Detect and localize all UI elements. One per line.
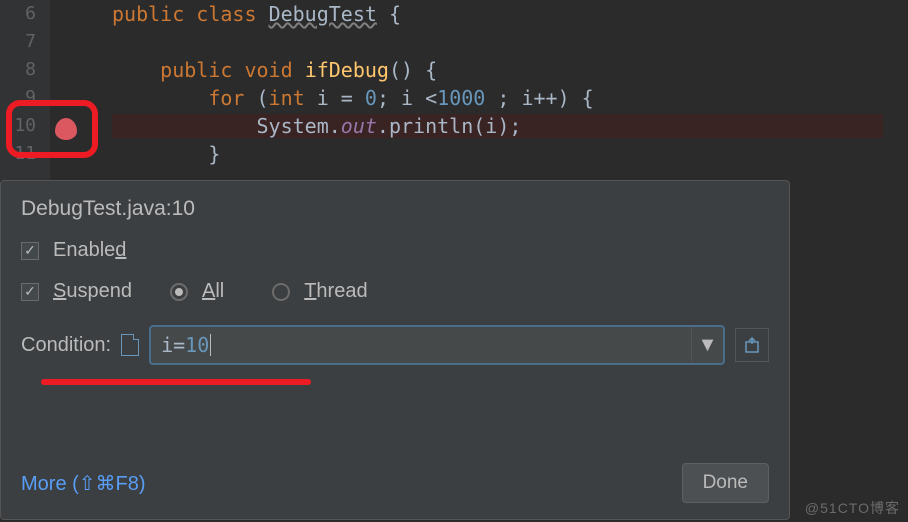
condition-text: i=10 xyxy=(161,333,209,357)
file-icon xyxy=(121,334,139,356)
line-number: 6 xyxy=(0,0,36,28)
condition-label: Condition: xyxy=(21,334,111,357)
gutter[interactable]: 6 7 8 9 10 11 xyxy=(0,0,50,180)
suspend-thread-label: Thread xyxy=(304,280,367,303)
breakpoint-icon[interactable] xyxy=(55,118,77,140)
line-number: 7 xyxy=(0,28,36,56)
line-number: 11 xyxy=(0,140,36,168)
more-link[interactable]: More (⇧⌘F8) xyxy=(21,471,146,496)
line-number: 8 xyxy=(0,56,36,84)
suspend-all-label: All xyxy=(202,280,224,303)
annotation-underline xyxy=(41,379,311,385)
code-editor[interactable]: 6 7 8 9 10 11 public class DebugTest { p… xyxy=(0,0,908,180)
popup-title: DebugTest.java:10 xyxy=(21,197,769,221)
breakpoint-popup: DebugTest.java:10 ✓ Enabled ✓ Suspend Al… xyxy=(0,180,790,520)
suspend-checkbox[interactable]: ✓ xyxy=(21,283,39,301)
enabled-checkbox[interactable]: ✓ xyxy=(21,242,39,260)
enabled-label: Enabled xyxy=(53,239,126,262)
condition-dropdown-icon[interactable]: ▼ xyxy=(691,327,723,363)
line-number: 10 xyxy=(0,112,36,140)
done-button[interactable]: Done xyxy=(682,463,769,503)
condition-input[interactable]: i=10 ▼ xyxy=(149,325,725,365)
expand-condition-button[interactable] xyxy=(735,328,769,362)
code-area[interactable]: public class DebugTest { public void ifD… xyxy=(50,0,908,180)
suspend-all-radio[interactable] xyxy=(170,283,188,301)
suspend-thread-radio[interactable] xyxy=(272,283,290,301)
suspend-label: Suspend xyxy=(53,280,132,303)
line-number: 9 xyxy=(0,84,36,112)
watermark: @51CTO博客 xyxy=(805,498,900,518)
